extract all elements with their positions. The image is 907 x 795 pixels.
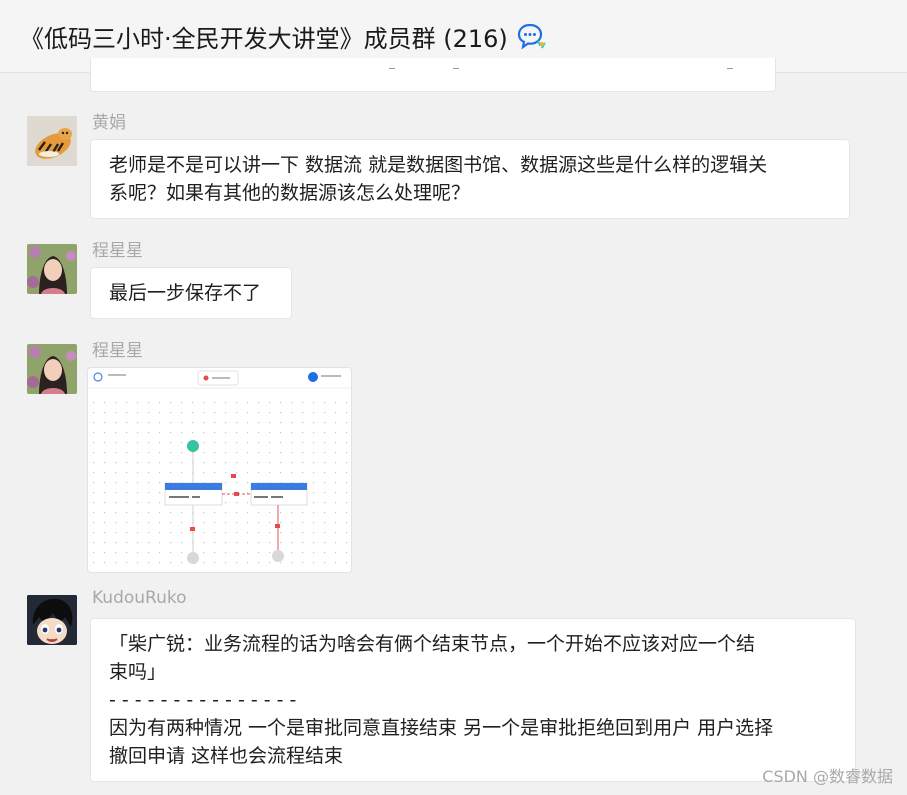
avatar[interactable] xyxy=(27,244,77,294)
text-fragment xyxy=(453,68,459,69)
anime-avatar-icon xyxy=(27,595,77,645)
message-line: 束吗」 xyxy=(109,661,167,683)
avatar[interactable] xyxy=(27,116,77,166)
avatar[interactable] xyxy=(27,344,77,394)
avatar[interactable] xyxy=(27,595,77,645)
sender-name: 程星星 xyxy=(92,241,143,261)
message-bubble[interactable]: 最后一步保存不了 xyxy=(90,267,292,319)
workflow-screenshot-icon xyxy=(88,368,351,572)
girl-avatar-icon xyxy=(27,344,77,394)
separator-line: - - - - - - - - - - - - - - - xyxy=(109,689,297,711)
message-bubble[interactable]: 老师是不是可以讲一下 数据流 就是数据图书馆、数据源这些是什么样的逻辑关 系呢？… xyxy=(90,139,850,219)
sender-name: 程星星 xyxy=(92,341,143,361)
sender-name: KudouRuko xyxy=(92,588,187,608)
message-line: 撤回申请 这样也会流程结束 xyxy=(109,745,344,767)
girl-avatar-icon xyxy=(27,244,77,294)
message-line: 「柴广锐：业务流程的话为啥会有俩个结束节点，一个开始不应该对应一个结 xyxy=(109,633,756,655)
text-fragment xyxy=(389,68,395,69)
message-line: 最后一步保存不了 xyxy=(109,282,262,304)
message-bubble[interactable]: 「柴广锐：业务流程的话为啥会有俩个结束节点，一个开始不应该对应一个结 束吗」 -… xyxy=(90,618,856,782)
text-fragment xyxy=(727,68,733,69)
message-line: 因为有两种情况 一个是审批同意直接结束 另一个是审批拒绝回到用户 用户选择 xyxy=(109,717,774,739)
image-message[interactable] xyxy=(87,367,352,573)
tiger-avatar-icon xyxy=(27,116,77,166)
previous-message-bubble xyxy=(90,58,776,92)
watermark: CSDN @数睿数据 xyxy=(762,767,893,786)
sender-name: 黄娟 xyxy=(92,113,126,133)
message-line: 系呢？如果有其他的数据源该怎么处理呢？ xyxy=(109,182,471,204)
group-title[interactable]: 《低码三小时·全民开发大讲堂》成员群 (216) xyxy=(20,19,508,54)
chat-bubble-icon[interactable] xyxy=(516,21,546,51)
message-line: 老师是不是可以讲一下 数据流 就是数据图书馆、数据源这些是什么样的逻辑关 xyxy=(109,154,768,176)
